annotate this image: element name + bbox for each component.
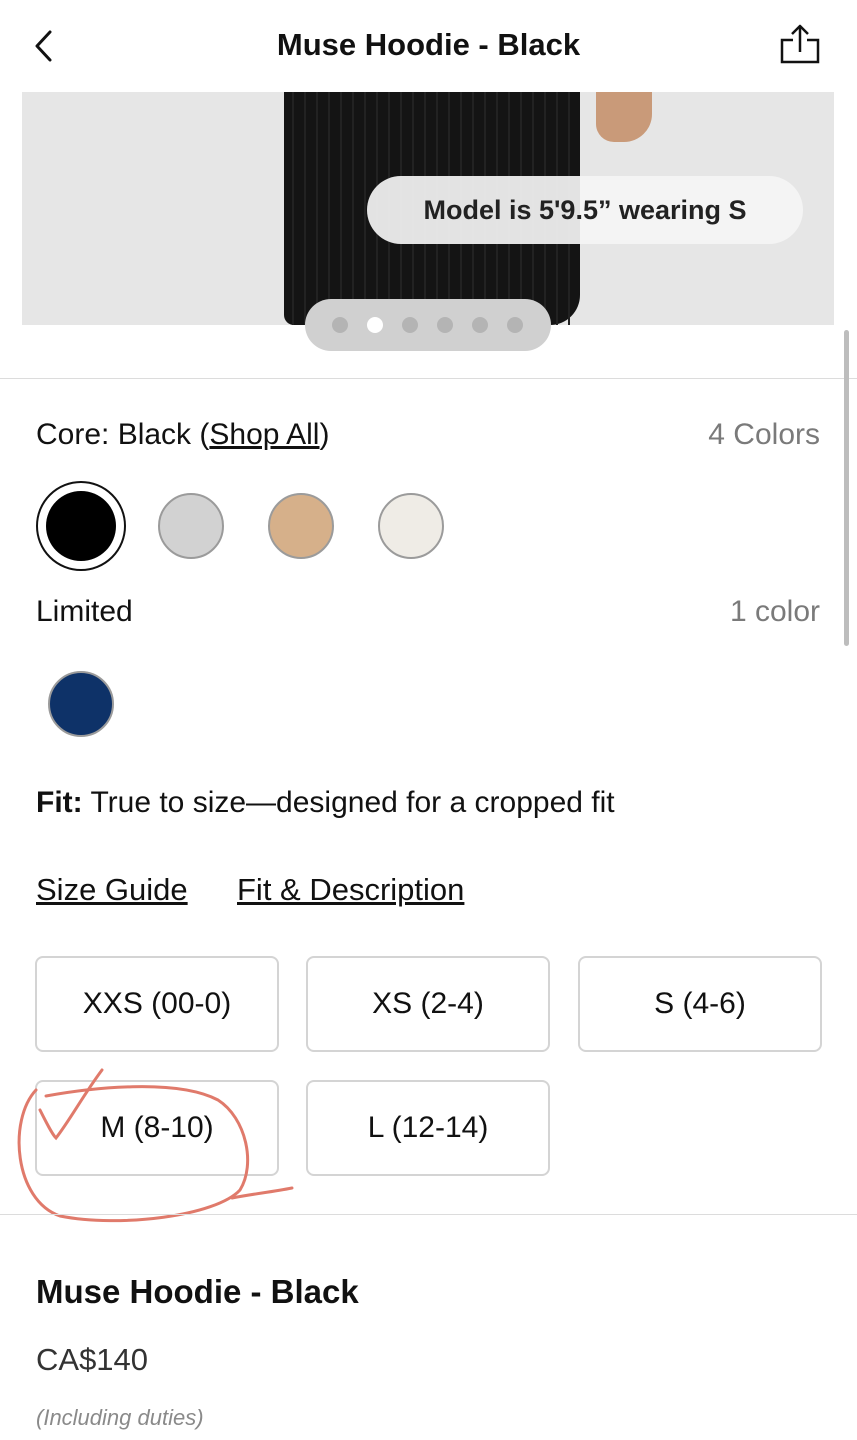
size-button-xxs[interactable]: XXS (00-0): [35, 956, 279, 1052]
garment-rib: [352, 92, 354, 325]
page-title: Muse Hoodie - Black: [276, 27, 581, 62]
top-bar: Muse Hoodie - Black: [0, 0, 857, 92]
size-guide-link[interactable]: Size Guide: [36, 872, 188, 908]
core-color-suffix: ): [319, 418, 330, 451]
carousel-dot[interactable]: [332, 317, 348, 333]
fit-label: Fit:: [36, 786, 83, 819]
divider: [0, 378, 857, 379]
swatch-tan[interactable]: [268, 493, 334, 559]
garment-rib: [340, 92, 342, 325]
garment-rib: [316, 92, 318, 325]
carousel-pagination[interactable]: [305, 299, 551, 351]
limited-label: Limited: [36, 595, 133, 628]
carousel-dot[interactable]: [367, 317, 383, 333]
fit-info: Fit: True to size—designed for a cropped…: [36, 786, 615, 820]
carousel-dot[interactable]: [507, 317, 523, 333]
size-button-s[interactable]: S (4-6): [578, 956, 822, 1052]
carousel-dot[interactable]: [437, 317, 453, 333]
garment-rib: [292, 92, 294, 325]
model-size-note: Model is 5'9.5” wearing S: [367, 176, 803, 244]
shop-all-link[interactable]: Shop All: [209, 418, 319, 451]
swatch-navy[interactable]: [48, 671, 114, 737]
share-icon: [780, 24, 820, 64]
divider: [0, 1214, 857, 1215]
swatch-grey[interactable]: [158, 493, 224, 559]
size-button-l[interactable]: L (12-14): [306, 1080, 550, 1176]
scrollbar[interactable]: [844, 330, 849, 646]
core-color-label: Core: Black (Shop All): [36, 418, 329, 452]
size-button-xs[interactable]: XS (2-4): [306, 956, 550, 1052]
swatch-black[interactable]: [36, 481, 126, 571]
garment-rib: [304, 92, 306, 325]
garment-rib: [328, 92, 330, 325]
size-button-m[interactable]: M (8-10): [35, 1080, 279, 1176]
carousel-dot[interactable]: [472, 317, 488, 333]
model-hand: [596, 92, 652, 142]
carousel-dot[interactable]: [402, 317, 418, 333]
duties-note: (Including duties): [36, 1405, 204, 1430]
product-title: Muse Hoodie - Black: [36, 1273, 359, 1310]
fit-description-link[interactable]: Fit & Description: [237, 872, 464, 908]
core-color-prefix: Core: Black (: [36, 418, 210, 451]
swatch-cream[interactable]: [378, 493, 444, 559]
garment-rib: [364, 92, 366, 325]
fit-text: True to size—designed for a cropped fit: [90, 786, 615, 819]
product-price: CA$140: [36, 1342, 149, 1377]
core-color-count: 4 Colors: [708, 418, 820, 451]
share-button[interactable]: [778, 22, 822, 68]
limited-color-count: 1 color: [729, 595, 820, 628]
